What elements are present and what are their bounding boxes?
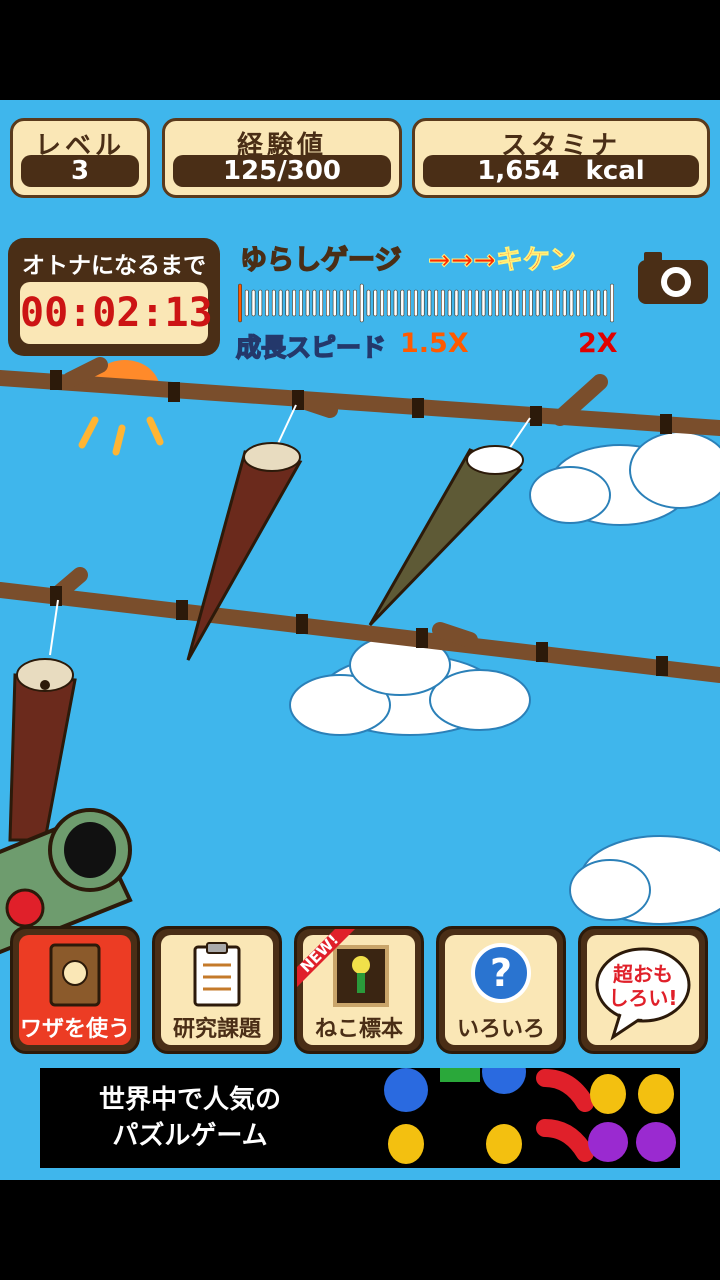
gauge-tick	[298, 289, 303, 317]
gauge-tick	[265, 289, 269, 317]
gauge-tick	[501, 289, 506, 317]
speech-bubble-icon: 超おも しろい!	[595, 947, 691, 1041]
camera-icon	[638, 252, 708, 304]
adulthood-timer: オトナになるまで 00:02:13	[8, 238, 220, 356]
growth-speed-min: 1.5X	[400, 328, 469, 359]
timer-value: 00:02:13	[20, 282, 213, 344]
gauge-tick	[596, 289, 601, 317]
cat-cocoon-green	[368, 445, 524, 627]
level-value: 3	[21, 155, 139, 187]
cat-specimen-label: ねこ標本	[314, 1017, 403, 1042]
gauge-tick	[589, 289, 594, 317]
game-screen[interactable]: レベル 3 経験値 125/300 スタミナ 1,654 kcal オトナになる…	[0, 100, 720, 1180]
gauge-tick	[549, 289, 554, 317]
gauge-tick	[332, 289, 337, 317]
gauge-tick	[461, 289, 466, 317]
gauge-tick	[258, 289, 263, 317]
svg-text:NEW!: NEW!	[297, 931, 342, 976]
use-technique-label: ワザを使う	[19, 1017, 130, 1042]
question-mark-icon: ?	[471, 943, 531, 1003]
gauge-tick	[481, 289, 486, 317]
gauge-tick	[319, 289, 324, 317]
gauge-tick	[610, 283, 614, 323]
gauge-tick	[420, 289, 425, 317]
gauge-tick	[238, 283, 242, 323]
new-badge: NEW!	[297, 929, 355, 987]
ad-banner[interactable]: 世界中で人気の パズルゲーム	[40, 1068, 680, 1168]
gauge-tick	[346, 289, 351, 317]
gauge-tick	[292, 289, 297, 317]
gauge-tick	[562, 289, 567, 317]
gauge-tick	[326, 289, 330, 317]
gauge-tick	[312, 289, 317, 317]
gauge-tick	[576, 289, 581, 317]
clipboard-icon	[193, 942, 241, 1007]
gauge-tick	[528, 289, 533, 317]
gauge-tick	[285, 289, 290, 317]
misc-button[interactable]: ? いろいろ	[436, 926, 566, 1054]
gauge-tick	[441, 289, 445, 317]
research-button[interactable]: 研究課題	[152, 926, 282, 1054]
gauge-tick	[386, 289, 391, 317]
camera-button[interactable]	[636, 248, 710, 306]
gauge-tick	[522, 289, 526, 317]
gauge-tick	[427, 289, 432, 317]
sway-gauge	[238, 283, 614, 323]
gauge-tick	[495, 289, 499, 317]
cat-specimen-button[interactable]: NEW! ねこ標本	[294, 926, 424, 1054]
gauge-tick	[535, 289, 540, 317]
svg-text:しろい!: しろい!	[608, 986, 677, 1010]
svg-text:?: ?	[490, 951, 512, 995]
gauge-tick	[508, 289, 513, 317]
level-panel: レベル 3	[10, 118, 150, 198]
ad-text: 世界中で人気の パズルゲーム	[98, 1085, 281, 1151]
gauge-tick	[434, 289, 439, 317]
gauge-tick	[603, 289, 608, 317]
gauge-tick	[468, 289, 472, 317]
gauge-tick	[359, 283, 364, 323]
timer-label: オトナになるまで	[22, 253, 206, 279]
research-label: 研究課題	[172, 1017, 261, 1042]
misc-label: いろいろ	[456, 1017, 545, 1042]
exp-panel: 経験値 125/300	[162, 118, 402, 198]
gauge-tick	[454, 289, 459, 317]
gauge-tick	[393, 289, 398, 317]
gauge-tick	[251, 289, 256, 317]
gauge-tick	[488, 289, 493, 317]
technique-book-icon	[49, 943, 101, 1007]
use-technique-button[interactable]: ワザを使う	[10, 926, 140, 1054]
super-fun-button[interactable]: 超おも しろい!	[578, 926, 708, 1054]
stamina-value: 1,654 kcal	[423, 155, 699, 187]
sway-gauge-label: ゆらしゲージ	[239, 244, 402, 277]
gauge-tick	[447, 289, 452, 317]
gauge-tick	[583, 289, 587, 317]
cloud	[529, 431, 720, 526]
stamina-panel: スタミナ 1,654 kcal	[412, 118, 710, 198]
growth-speed-label: 成長スピード	[235, 332, 387, 363]
gauge-tick	[271, 289, 276, 317]
cloud	[569, 835, 720, 925]
gauge-tick	[278, 289, 283, 317]
gauge-tick	[380, 289, 384, 317]
danger-label: →→→キケン	[427, 245, 577, 277]
gauge-tick	[400, 289, 405, 317]
gauge-tick	[474, 289, 479, 317]
gauge-tick	[244, 289, 249, 317]
gauge-tick	[305, 289, 310, 317]
gauge-tick	[413, 289, 418, 317]
exp-value: 125/300	[173, 155, 391, 187]
growth-speed-max: 2X	[578, 328, 618, 359]
gauge-tick	[373, 289, 378, 317]
gauge-tick	[515, 289, 520, 317]
gauge-tick	[555, 289, 560, 317]
cat-cocoon-small	[8, 658, 77, 842]
svg-text:超おも: 超おも	[612, 962, 673, 986]
gauge-tick	[353, 289, 357, 317]
gauge-tick	[407, 289, 411, 317]
gauge-tick	[366, 289, 371, 317]
gauge-tick	[339, 289, 344, 317]
gauge-tick	[569, 289, 574, 317]
gauge-tick	[542, 289, 547, 317]
candy-graphic	[384, 1068, 676, 1164]
